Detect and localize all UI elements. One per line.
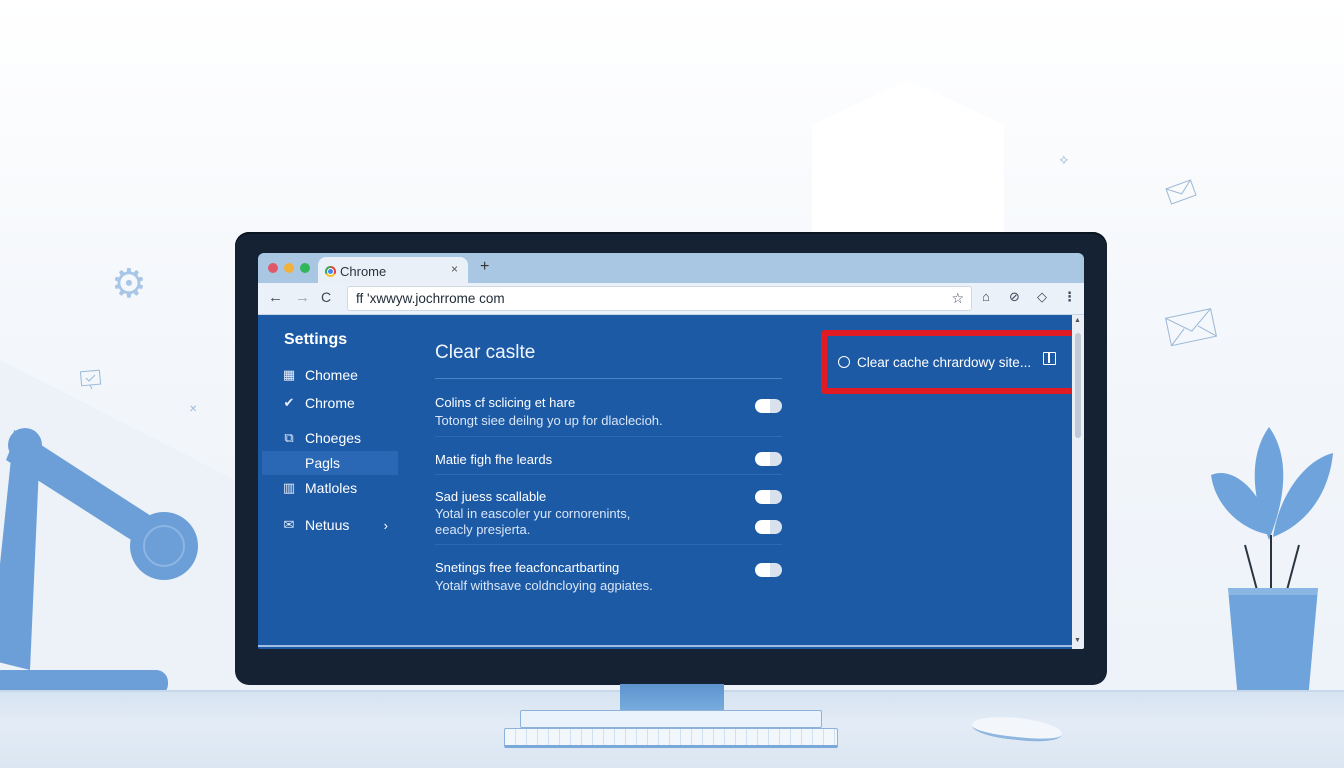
back-arrow-icon[interactable]: ← — [268, 289, 283, 306]
side-panel-icon[interactable] — [1043, 352, 1056, 365]
grid-icon: ▦ — [282, 367, 296, 382]
forward-arrow-icon[interactable]: → — [295, 289, 310, 306]
close-window-button[interactable] — [268, 263, 278, 273]
monitor-check-icon — [79, 369, 102, 390]
option-toggle[interactable] — [755, 490, 782, 504]
network-icon: ✉ — [283, 517, 295, 532]
mail-envelope-icon — [1165, 308, 1218, 347]
scroll-down-arrow-icon[interactable]: ▼ — [1074, 637, 1081, 644]
sidebar-item-pagls[interactable]: Pagls — [262, 451, 398, 475]
layers-icon: ⧉ — [284, 430, 294, 445]
background-house-shape — [812, 80, 1004, 240]
extension-home-icon[interactable]: ⌂ — [982, 289, 990, 304]
clear-cache-highlight: Clear cache chrardowy site... — [821, 330, 1077, 394]
option-title: Matie figh fhe leards — [435, 452, 553, 467]
row-divider — [435, 436, 782, 437]
sidebar-item-label: Pagls — [305, 455, 341, 471]
bookmark-star-icon[interactable]: ☆ — [951, 290, 964, 307]
sidebar-item-chrome[interactable]: ✔ Chrome — [262, 391, 398, 415]
sidebar-item-label: Chrome — [305, 395, 355, 411]
option-description: Yotal in eascoler yur cornorenints, — [435, 506, 631, 521]
sidebar-item-label: Choeges — [305, 430, 362, 446]
row-divider — [435, 474, 782, 475]
robot-arm-illustration — [0, 428, 198, 696]
check-icon: ✔ — [283, 395, 295, 410]
clear-cache-label: Clear cache chrardowy site... — [857, 354, 1032, 370]
sparkle-icon: ✕ — [189, 404, 198, 415]
sidebar-item-netuus[interactable]: ✉ Netuus › — [262, 513, 398, 537]
page-title: Clear caslte — [435, 342, 536, 363]
sidebar-item-choeges[interactable]: ⧉ Choeges — [262, 426, 398, 450]
option-toggle[interactable] — [755, 452, 782, 466]
sidebar-item-label: Chomee — [305, 367, 358, 383]
maximize-window-button[interactable] — [300, 263, 310, 273]
reload-icon[interactable]: C — [321, 289, 331, 305]
option-title: Snetings free feacfoncartbarting — [435, 560, 620, 575]
option-title: Sad juess scallable — [435, 489, 547, 504]
sidebar-item-matloles[interactable]: ▥ Matloles — [262, 476, 398, 500]
tab-chrome[interactable]: Chrome × — [318, 257, 468, 285]
option-title: Colins cf sclicing et hare — [435, 395, 576, 410]
keyboard — [504, 728, 838, 748]
scroll-up-arrow-icon[interactable]: ▲ — [1074, 317, 1081, 324]
scrollbar[interactable]: ▲ ▼ — [1072, 315, 1084, 649]
option-toggle[interactable] — [755, 563, 782, 577]
settings-page: Settings ▦ Chomee ✔ Chrome ⧉ Choeges Pag… — [258, 315, 1084, 649]
browser-window: Chrome × + ← → C ff 'xwwyw.jochrrome com… — [258, 253, 1084, 649]
menu-kebab-icon[interactable]: ⋮ — [1063, 289, 1076, 305]
option-description: Totongt siee deilng yo up for dlaclecioh… — [435, 413, 663, 428]
clear-cache-button[interactable]: Clear cache chrardowy site... — [830, 339, 1068, 385]
title-divider — [435, 378, 782, 379]
minimize-window-button[interactable] — [284, 263, 294, 273]
option-description: eeacly presjerta. — [435, 522, 531, 537]
option-description: Yotalf withsave coldncloying agpiates. — [435, 578, 653, 593]
sidebar-item-label: Netuus — [305, 517, 350, 533]
gear-icon: ⚙ — [111, 262, 147, 306]
tab-strip: Chrome × + — [258, 253, 1084, 285]
extension-key-icon[interactable]: ⊘ — [1009, 289, 1020, 305]
monitor-stand — [620, 684, 724, 712]
chevron-right-icon: › — [383, 517, 388, 533]
sidebar-item-label: Matloles — [305, 480, 358, 496]
new-tab-button[interactable]: + — [480, 258, 489, 276]
address-bar-url: ff 'xwwyw.jochrrome com — [356, 291, 505, 306]
bar-chart-icon: ▥ — [282, 480, 296, 495]
browser-toolbar: ← → C ff 'xwwyw.jochrrome com ☆ ⌂ ⊘ ◇ ⋮ — [258, 283, 1084, 315]
option-toggle[interactable] — [755, 520, 782, 534]
option-toggle[interactable] — [755, 399, 782, 413]
row-divider — [435, 544, 782, 545]
content-bottom-edge — [258, 645, 1072, 647]
potted-plant-illustration — [1211, 427, 1333, 700]
address-bar[interactable]: ff 'xwwyw.jochrrome com ☆ — [347, 286, 972, 311]
keyboard-top — [520, 710, 822, 728]
sidebar-title: Settings — [284, 331, 348, 348]
tab-title: Chrome — [340, 263, 387, 279]
envelope-icon — [1165, 179, 1197, 205]
extension-leaf-icon[interactable]: ◇ — [1037, 289, 1047, 305]
chrome-logo-icon — [325, 265, 336, 277]
scrollbar-thumb[interactable] — [1075, 333, 1081, 438]
close-tab-icon[interactable]: × — [451, 262, 458, 276]
radio-circle-icon — [838, 356, 850, 368]
sidebar-item-chomee[interactable]: ▦ Chomee — [262, 363, 398, 387]
star-outline-icon: ✧ — [1058, 152, 1070, 168]
